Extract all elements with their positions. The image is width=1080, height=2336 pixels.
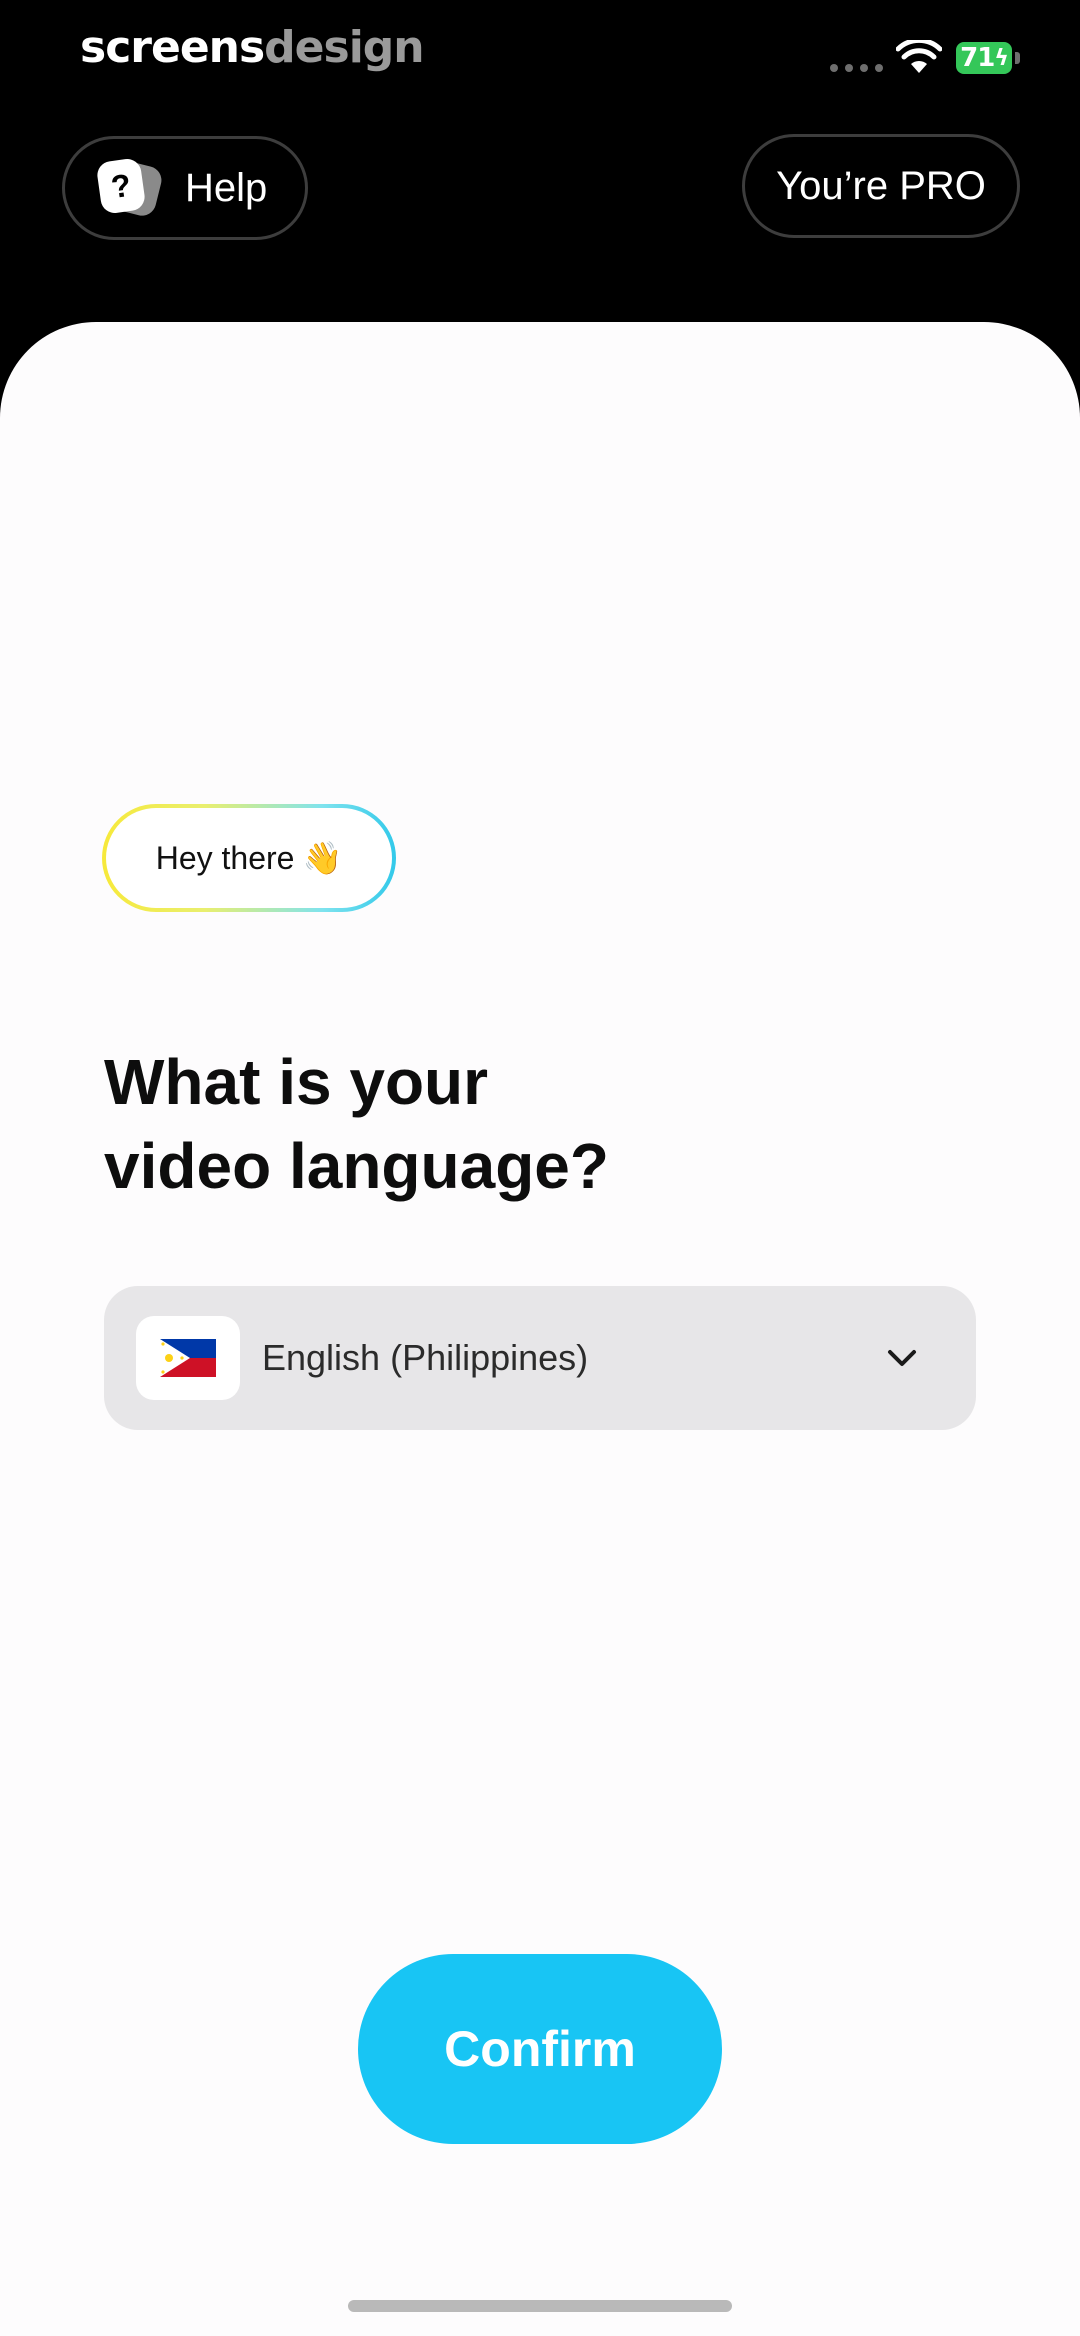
wifi-icon: [896, 40, 942, 73]
greeting-chip: Hey there 👋: [102, 804, 396, 912]
home-indicator[interactable]: [348, 2300, 732, 2312]
waving-hand-icon: 👋: [302, 840, 343, 876]
selected-language: English (Philippines): [262, 1337, 589, 1378]
confirm-button[interactable]: Confirm: [358, 1954, 722, 2144]
title-line-1: What is your: [104, 1046, 489, 1118]
watermark-part1: screens: [80, 22, 265, 73]
language-select[interactable]: English (Philippines): [104, 1286, 976, 1430]
chevron-down-icon: [888, 1350, 916, 1366]
help-icon-glyph: ?: [95, 157, 147, 215]
help-button[interactable]: ? Help: [62, 136, 308, 240]
screen: screensdesign 71 ϟ ? Help You’re PRO Hey …: [0, 0, 1080, 2336]
battery-nub: [1015, 52, 1020, 64]
pro-status-button[interactable]: You’re PRO: [742, 134, 1020, 238]
help-icon: ?: [95, 157, 165, 219]
cellular-signal-icon: [830, 64, 883, 72]
battery-level: 71: [960, 43, 995, 73]
watermark-part2: design: [264, 22, 424, 73]
help-label: Help: [185, 165, 268, 210]
page-title: What is your video language?: [104, 1040, 904, 1208]
watermark-logo: screensdesign: [80, 22, 425, 73]
pro-label: You’re PRO: [776, 163, 986, 208]
battery-icon: 71 ϟ: [956, 42, 1012, 74]
title-line-2: video language?: [104, 1130, 609, 1202]
flag-container: [136, 1316, 240, 1400]
philippines-flag-icon: [160, 1339, 216, 1377]
greeting-text: Hey there: [155, 839, 295, 876]
